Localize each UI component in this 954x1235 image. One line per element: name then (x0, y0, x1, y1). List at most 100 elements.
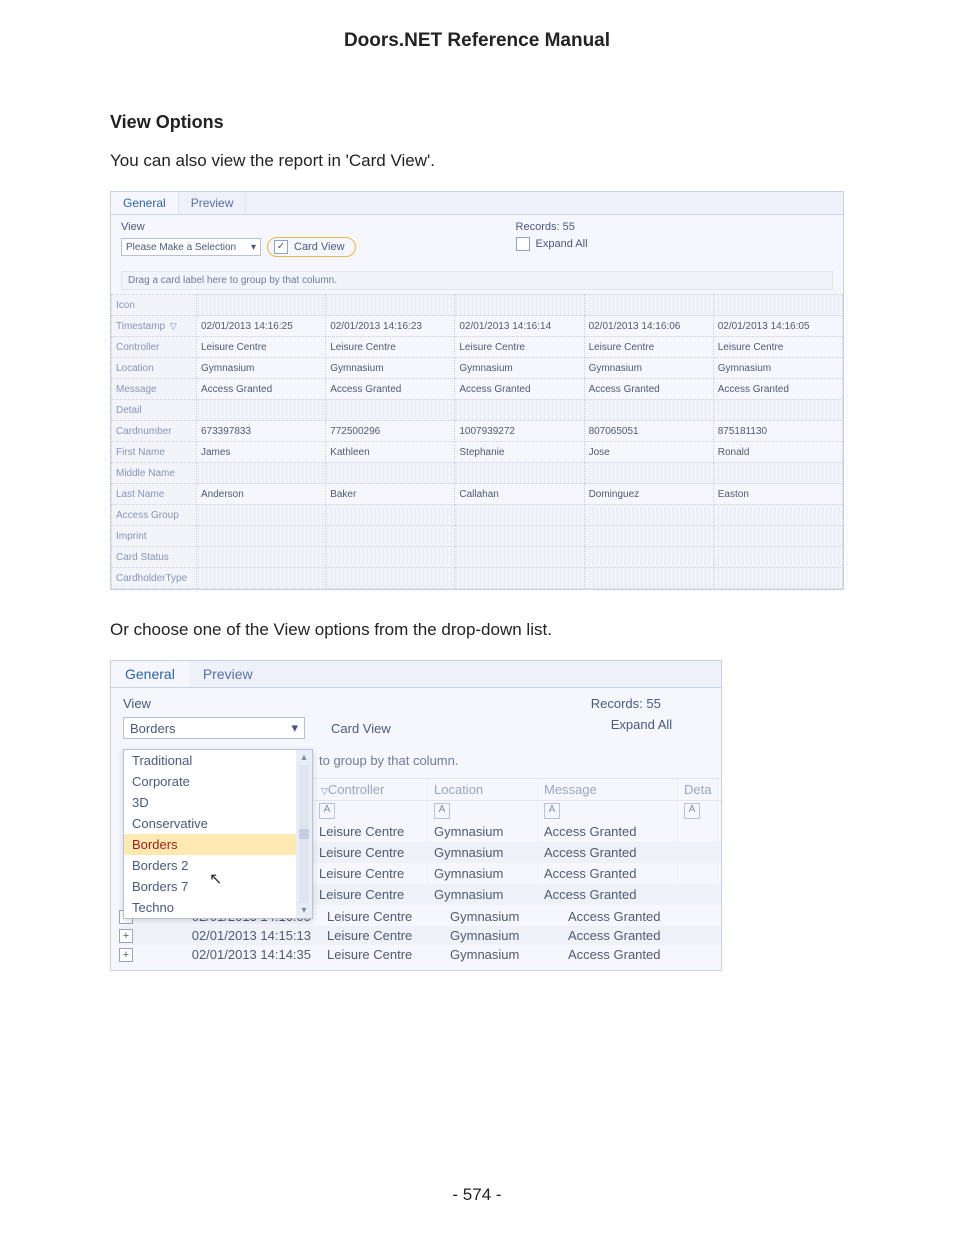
cell: Gymnasium (428, 863, 538, 884)
table-row[interactable]: Leisure CentreGymnasiumAccess Granted (313, 884, 721, 905)
dropdown-option[interactable]: Corporate (124, 771, 296, 792)
cell: Gymnasium (428, 842, 538, 863)
cell: Leisure Centre (313, 863, 428, 884)
scroll-thumb[interactable] (299, 829, 309, 839)
card-cell (584, 568, 713, 589)
card-cell (197, 400, 326, 421)
tab-preview[interactable]: Preview (179, 192, 247, 214)
card-row-label: Location (112, 358, 197, 379)
cell-timestamp: 02/01/2013 14:14:35 (141, 947, 319, 962)
card-cell: Leisure Centre (584, 337, 713, 358)
screenshot-view-dropdown: General Preview View Borders ▾ Card View… (110, 660, 722, 971)
scroll-up-icon[interactable]: ▴ (301, 752, 306, 763)
table-row[interactable]: Leisure CentreGymnasiumAccess Granted (313, 821, 721, 842)
card-cell: Gymnasium (197, 358, 326, 379)
grid-header: ▽Controller Location Message Deta (313, 778, 721, 801)
card-row-label: Icon (112, 295, 197, 316)
sort-icon: ▽ (321, 786, 328, 796)
card-cell: 02/01/2013 14:16:23 (326, 316, 455, 337)
card-cell: Callahan (455, 484, 584, 505)
card-row-label: Card Status (112, 547, 197, 568)
cell: Access Granted (538, 863, 678, 884)
cell: Leisure Centre (327, 947, 442, 962)
card-cell (197, 547, 326, 568)
card-cell: 807065051 (584, 421, 713, 442)
col-controller[interactable]: ▽Controller (313, 779, 428, 800)
cell: Gymnasium (450, 909, 560, 924)
cell (678, 884, 718, 905)
card-cell (197, 568, 326, 589)
view-select-2[interactable]: Borders ▾ (123, 717, 305, 739)
expand-all-label: Expand All (536, 238, 588, 250)
card-cell: 02/01/2013 14:16:06 (584, 316, 713, 337)
card-view-checkbox[interactable]: ✓ (274, 240, 288, 254)
tab-preview-2[interactable]: Preview (189, 661, 267, 687)
scroll-down-icon[interactable]: ▾ (301, 905, 306, 916)
filter-location[interactable]: A (428, 801, 538, 821)
table-row[interactable]: Leisure CentreGymnasiumAccess Granted (313, 863, 721, 884)
card-cell: 772500296 (326, 421, 455, 442)
card-row-label: CardholderType (112, 568, 197, 589)
card-cell: Stephanie (455, 442, 584, 463)
card-cell (455, 568, 584, 589)
card-cell (584, 505, 713, 526)
group-by-hint-2[interactable]: to group by that column. (313, 749, 721, 778)
view-dropdown[interactable]: TraditionalCorporate3DConservativeBorder… (123, 749, 313, 919)
table-row[interactable]: Leisure CentreGymnasiumAccess Granted (313, 842, 721, 863)
cell: Leisure Centre (313, 842, 428, 863)
cell: Leisure Centre (327, 928, 442, 943)
card-view-label-2: Card View (331, 721, 391, 736)
card-cell (713, 295, 842, 316)
filter-controller[interactable]: A (313, 801, 428, 821)
expand-icon[interactable]: + (119, 929, 133, 943)
dropdown-scrollbar[interactable]: ▴ ▾ (296, 750, 312, 918)
tab-general-2[interactable]: General (111, 661, 189, 687)
card-cell (326, 463, 455, 484)
card-view-highlight: ✓ Card View (267, 237, 356, 257)
filter-detail[interactable]: A (678, 801, 718, 821)
card-cell (584, 526, 713, 547)
card-cell (455, 547, 584, 568)
cell: Leisure Centre (327, 909, 442, 924)
card-row-label: Access Group (112, 505, 197, 526)
card-cell: Access Granted (584, 379, 713, 400)
dropdown-option[interactable]: 3D (124, 792, 296, 813)
expand-all-checkbox[interactable] (516, 237, 530, 251)
card-cell: 02/01/2013 14:16:25 (197, 316, 326, 337)
section-title: View Options (110, 112, 844, 133)
sort-icon: ▽ (170, 321, 177, 331)
cell: Leisure Centre (313, 884, 428, 905)
card-cell (713, 526, 842, 547)
col-message[interactable]: Message (538, 779, 678, 800)
expand-icon[interactable]: + (119, 948, 133, 962)
filter-message[interactable]: A (538, 801, 678, 821)
intro-text: You can also view the report in 'Card Vi… (110, 151, 844, 171)
group-by-hint[interactable]: Drag a card label here to group by that … (121, 271, 833, 290)
dropdown-option[interactable]: Techno (124, 897, 296, 918)
expand-all-checkbox-2[interactable] (591, 718, 605, 732)
card-cell: James (197, 442, 326, 463)
table-row[interactable]: +02/01/2013 14:14:35Leisure CentreGymnas… (119, 945, 721, 964)
dropdown-option[interactable]: Traditional (124, 750, 296, 771)
card-cell: 673397833 (197, 421, 326, 442)
card-cell: Ronald (713, 442, 842, 463)
cell: Access Granted (538, 842, 678, 863)
card-cell: Leisure Centre (326, 337, 455, 358)
card-cell (326, 568, 455, 589)
card-view-checkbox-2[interactable] (311, 721, 325, 735)
tab-general[interactable]: General (111, 192, 179, 214)
col-detail[interactable]: Deta (678, 779, 718, 800)
view-select[interactable]: Please Make a Selection ▾ (121, 238, 261, 256)
card-row-label: First Name (112, 442, 197, 463)
card-cell (326, 400, 455, 421)
col-location[interactable]: Location (428, 779, 538, 800)
cell (678, 821, 718, 842)
card-row-label: Last Name (112, 484, 197, 505)
dropdown-option[interactable]: Conservative (124, 813, 296, 834)
view-select-value: Please Make a Selection (126, 242, 236, 253)
cell: Gymnasium (428, 884, 538, 905)
dropdown-option[interactable]: Borders (124, 834, 296, 855)
cell (678, 842, 718, 863)
card-cell (197, 295, 326, 316)
table-row[interactable]: +02/01/2013 14:15:13Leisure CentreGymnas… (119, 926, 721, 945)
